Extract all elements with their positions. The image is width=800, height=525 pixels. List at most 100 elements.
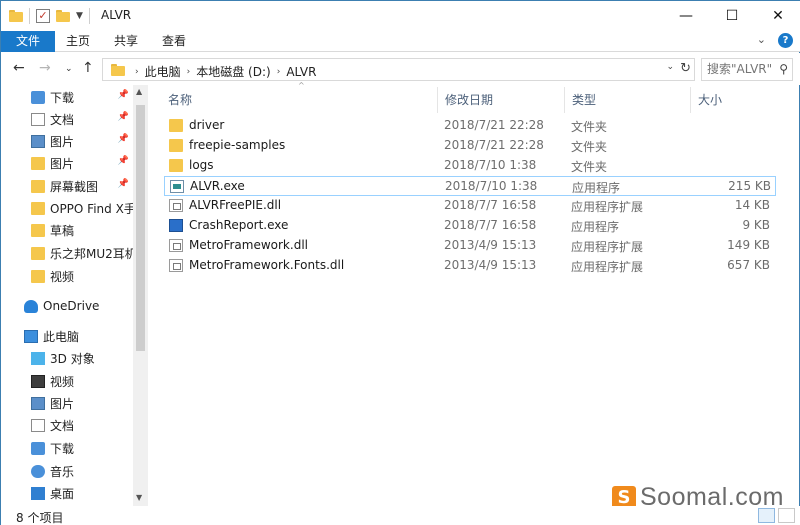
tab-share[interactable]: 共享 [107, 31, 145, 52]
file-name: ALVRFreePIE.dll [189, 198, 282, 212]
new-folder-icon[interactable] [56, 10, 70, 22]
large-icons-view-button[interactable] [778, 508, 795, 523]
recent-locations-dropdown[interactable]: ⌄ [65, 64, 73, 74]
document-icon [31, 112, 45, 126]
nav-item-this-pc[interactable]: 此电脑 [24, 325, 133, 347]
chevron-right-icon[interactable]: › [277, 67, 281, 77]
folder-icon [31, 246, 45, 260]
video-icon [31, 374, 45, 388]
properties-icon[interactable]: ✓ [36, 9, 50, 23]
file-row[interactable]: CrashReport.exe 2018/7/7 16:58 应用程序 9 KB [164, 216, 776, 236]
nav-item-screenshots[interactable]: 屏幕截图 📌 [31, 175, 133, 197]
column-header-date[interactable]: 修改日期 [438, 87, 565, 113]
nav-item-onedrive[interactable]: OneDrive [24, 295, 133, 317]
file-date: 2013/4/9 15:13 [444, 258, 537, 272]
nav-item-pc-downloads[interactable]: 下载 [31, 437, 133, 459]
file-row[interactable]: ALVRFreePIE.dll 2018/7/7 16:58 应用程序扩展 14… [164, 196, 776, 216]
nav-item-downloads[interactable]: 下载 📌 [31, 86, 133, 108]
file-row[interactable]: driver 2018/7/21 22:28 文件夹 [164, 116, 776, 136]
file-type: 应用程序扩展 [571, 240, 644, 254]
file-name: logs [189, 158, 214, 172]
breadcrumb: › 此电脑 › 本地磁盘 (D:) › ALVR [135, 63, 316, 80]
folder-icon [169, 158, 183, 172]
help-icon[interactable]: ? [778, 33, 793, 48]
file-row[interactable]: logs 2018/7/10 1:38 文件夹 [164, 156, 776, 176]
folder-icon [31, 269, 45, 283]
pin-icon: 📌 [117, 179, 129, 189]
breadcrumb-alvr[interactable]: ALVR [286, 65, 316, 79]
file-row[interactable]: MetroFramework.dll 2013/4/9 15:13 应用程序扩展… [164, 236, 776, 256]
search-icon[interactable]: ⚲ [779, 62, 788, 76]
breadcrumb-drive-d[interactable]: 本地磁盘 (D:) [196, 63, 270, 80]
refresh-icon[interactable]: ↻ [680, 61, 691, 76]
nav-item-documents[interactable]: 文档 📌 [31, 108, 133, 130]
nav-item-desktop[interactable]: 桌面 [31, 482, 133, 504]
breadcrumb-this-pc[interactable]: 此电脑 [145, 63, 181, 80]
item-count: 8 个项目 [16, 511, 64, 525]
file-type: 应用程序 [571, 220, 620, 234]
maximize-button[interactable]: ☐ [709, 1, 755, 31]
search-box[interactable]: ⚲ [701, 58, 793, 81]
pin-icon: 📌 [117, 112, 129, 122]
nav-item-videos[interactable]: 视频 [31, 370, 133, 392]
search-input[interactable] [707, 59, 781, 79]
file-size: 215 KB [728, 179, 771, 193]
file-date: 2018/7/7 16:58 [444, 198, 537, 212]
up-arrow-icon[interactable]: ↑ [82, 60, 94, 76]
pin-icon: 📌 [117, 134, 129, 144]
scroll-up-icon[interactable]: ▲ [136, 87, 142, 96]
close-button[interactable]: ✕ [755, 1, 800, 31]
title-bar: ✓ ▼ ALVR — ☐ ✕ [1, 1, 800, 31]
address-history-dropdown[interactable]: ⌄ [666, 62, 674, 72]
ribbon-tabs: 文件 主页 共享 查看 ⌄ ? [1, 31, 800, 52]
expand-ribbon-icon[interactable]: ⌄ [757, 33, 766, 48]
desktop-icon [31, 486, 45, 500]
nav-item-label: 下载 [50, 441, 75, 456]
pin-icon: 📌 [117, 90, 129, 100]
file-name: driver [189, 118, 225, 132]
file-row-selected[interactable]: ALVR.exe 2018/7/10 1:38 应用程序 215 KB [164, 176, 776, 196]
nav-scrollbar[interactable]: ▲ ▼ [133, 85, 148, 506]
nav-item-drafts[interactable]: 草稿 [31, 219, 133, 241]
details-view-button[interactable] [758, 508, 775, 523]
crash-report-icon [169, 218, 183, 232]
file-row[interactable]: freepie-samples 2018/7/21 22:28 文件夹 [164, 136, 776, 156]
nav-item-music[interactable]: 音乐 [31, 460, 133, 482]
file-size: 9 KB [742, 218, 770, 232]
nav-item-pc-documents[interactable]: 文档 [31, 414, 133, 436]
folder-icon [31, 201, 45, 215]
nav-item-label: OneDrive [43, 299, 100, 313]
file-name: MetroFramework.dll [189, 238, 308, 252]
tab-view[interactable]: 查看 [155, 31, 193, 52]
nav-item-videos-folder[interactable]: 视频 [31, 265, 133, 287]
picture-icon [31, 134, 45, 148]
forward-arrow-icon[interactable]: → [39, 60, 51, 76]
document-icon [31, 418, 45, 432]
nav-item-mu2[interactable]: 乐之邦MU2耳机 [31, 242, 133, 264]
nav-item-pictures-folder[interactable]: 图片 📌 [31, 152, 133, 174]
scroll-down-icon[interactable]: ▼ [136, 493, 142, 502]
nav-item-oppo[interactable]: OPPO Find X手 [31, 197, 133, 219]
scrollbar-thumb[interactable] [136, 105, 145, 351]
nav-item-label: 文档 [50, 112, 75, 127]
chevron-right-icon[interactable]: › [135, 67, 139, 77]
chevron-right-icon[interactable]: › [187, 67, 191, 77]
file-date: 2018/7/10 1:38 [445, 179, 538, 193]
tab-file[interactable]: 文件 [1, 31, 55, 52]
status-bar: 8 个项目 [1, 506, 800, 525]
nav-item-pc-pictures[interactable]: 图片 [31, 392, 133, 414]
address-bar[interactable]: › 此电脑 › 本地磁盘 (D:) › ALVR ⌄ ↻ [102, 58, 695, 81]
tab-home[interactable]: 主页 [59, 31, 97, 52]
nav-item-pictures[interactable]: 图片 📌 [31, 130, 133, 152]
nav-item-label: 下载 [50, 90, 75, 105]
nav-item-label: 乐之邦MU2耳机 [50, 246, 133, 261]
column-header-size[interactable]: 大小 [691, 87, 773, 113]
back-arrow-icon[interactable]: ← [13, 60, 25, 76]
customize-toolbar-dropdown[interactable]: ▼ [76, 11, 83, 21]
nav-item-3d-objects[interactable]: 3D 对象 [31, 347, 133, 369]
column-header-type[interactable]: 类型 [565, 87, 691, 113]
divider [88, 8, 90, 24]
file-row[interactable]: MetroFramework.Fonts.dll 2013/4/9 15:13 … [164, 256, 776, 276]
column-header-name[interactable]: 名称 [161, 87, 438, 113]
minimize-button[interactable]: — [663, 1, 709, 31]
